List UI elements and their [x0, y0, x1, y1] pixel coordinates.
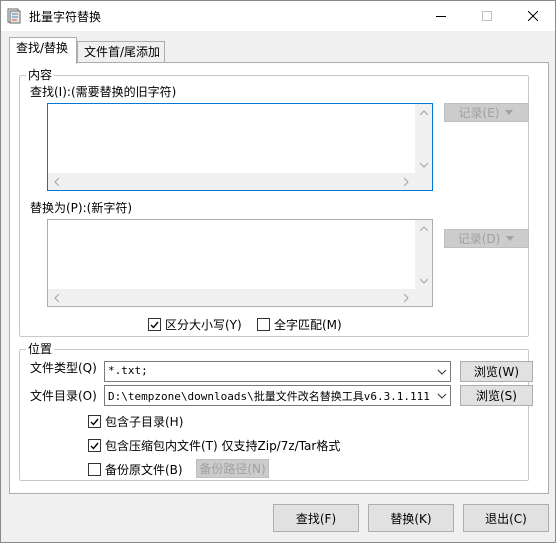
include-archives-label: 包含压缩包内文件(T) 仅支持Zip/7z/Tar格式	[105, 439, 341, 453]
include-archives-checkbox[interactable]: 包含压缩包内文件(T) 仅支持Zip/7z/Tar格式	[88, 437, 340, 454]
content-group: 内容 查找(I):(需要替换的旧字符) 记录(E) 替换为(P):(新字符) 记…	[19, 67, 529, 337]
minimize-button[interactable]	[418, 1, 464, 31]
checkbox-checked-icon	[148, 318, 161, 331]
content-group-title: 内容	[26, 67, 55, 83]
tab-find-replace[interactable]: 查找/替换	[9, 37, 77, 64]
checkbox-checked-icon	[88, 439, 101, 452]
scroll-up-icon[interactable]	[415, 104, 432, 121]
replace-record-label: 记录(D)	[457, 232, 501, 246]
scroll-up-icon[interactable]	[415, 220, 432, 237]
minimize-icon	[436, 16, 446, 17]
file-type-value: *.txt;	[108, 364, 148, 377]
find-textarea[interactable]	[47, 103, 433, 191]
find-label: 查找(I):(需要替换的旧字符)	[30, 85, 177, 99]
find-hscrollbar[interactable]	[48, 173, 415, 190]
chevron-down-icon[interactable]	[436, 390, 448, 402]
find-vscrollbar[interactable]	[415, 104, 432, 174]
find-record-button[interactable]: 记录(E)	[444, 103, 529, 122]
location-group: 位置 文件类型(Q) *.txt; 浏览(W) 文件目录(O) D:\tempz…	[19, 341, 533, 481]
find-record-label: 记录(E)	[458, 106, 500, 120]
title-bar[interactable]: 批量字符替换	[1, 1, 555, 31]
maximize-button[interactable]	[464, 1, 510, 31]
include-subdirs-label: 包含子目录(H)	[105, 415, 184, 429]
file-dir-combo[interactable]: D:\tempzone\downloads\批量文件改名替换工具v6.3.1.1…	[104, 385, 451, 406]
scroll-down-icon[interactable]	[415, 157, 432, 174]
chevron-down-icon	[505, 109, 514, 115]
scroll-left-icon[interactable]	[48, 289, 65, 306]
scroll-left-icon[interactable]	[48, 173, 65, 190]
file-dir-label: 文件目录(O)	[30, 389, 97, 403]
backup-path-button[interactable]: 备份路径(N)	[196, 459, 269, 478]
checkbox-unchecked-icon	[257, 318, 270, 331]
replace-button[interactable]: 替换(K)	[368, 504, 454, 532]
chevron-down-icon	[506, 235, 515, 241]
case-sensitive-label: 区分大小写(Y)	[165, 318, 242, 332]
find-button[interactable]: 查找(F)	[273, 504, 359, 532]
file-type-combo[interactable]: *.txt;	[104, 361, 451, 382]
browse-dir-button[interactable]: 浏览(S)	[460, 385, 533, 406]
backup-checkbox[interactable]: 备份原文件(B)	[88, 461, 183, 478]
window-title: 批量字符替换	[29, 10, 102, 24]
close-button[interactable]	[510, 1, 556, 31]
chevron-down-icon[interactable]	[436, 366, 448, 378]
whole-word-checkbox[interactable]: 全字匹配(M)	[257, 316, 342, 333]
tab-file-head-tail[interactable]: 文件首/尾添加	[77, 41, 165, 63]
replace-hscrollbar[interactable]	[48, 289, 415, 306]
app-icon	[7, 8, 21, 24]
whole-word-label: 全字匹配(M)	[274, 318, 342, 332]
replace-record-button[interactable]: 记录(D)	[444, 229, 529, 248]
scroll-corner	[415, 173, 432, 190]
replace-textarea[interactable]	[47, 219, 433, 307]
scroll-corner	[415, 289, 432, 306]
maximize-icon	[482, 11, 492, 21]
file-type-label: 文件类型(Q)	[30, 361, 97, 375]
file-dir-value: D:\tempzone\downloads\批量文件改名替换工具v6.3.1.1…	[108, 390, 430, 403]
checkbox-checked-icon	[88, 415, 101, 428]
browse-file-type-button[interactable]: 浏览(W)	[460, 361, 533, 382]
scroll-down-icon[interactable]	[415, 273, 432, 290]
scroll-right-icon[interactable]	[398, 289, 415, 306]
backup-label: 备份原文件(B)	[105, 463, 183, 477]
scroll-right-icon[interactable]	[398, 173, 415, 190]
checkbox-unchecked-icon	[88, 463, 101, 476]
replace-label: 替换为(P):(新字符)	[30, 201, 133, 215]
dialog-window: 批量字符替换 查找/替换 文件首/尾添加 内容 查找(I):(需要替换的旧字符)	[0, 0, 556, 543]
include-subdirs-checkbox[interactable]: 包含子目录(H)	[88, 413, 183, 430]
location-group-title: 位置	[26, 341, 55, 357]
close-icon	[528, 11, 538, 21]
tab-panel: 内容 查找(I):(需要替换的旧字符) 记录(E) 替换为(P):(新字符) 记…	[9, 62, 549, 494]
exit-button[interactable]: 退出(C)	[463, 504, 549, 532]
replace-vscrollbar[interactable]	[415, 220, 432, 290]
case-sensitive-checkbox[interactable]: 区分大小写(Y)	[148, 316, 242, 333]
